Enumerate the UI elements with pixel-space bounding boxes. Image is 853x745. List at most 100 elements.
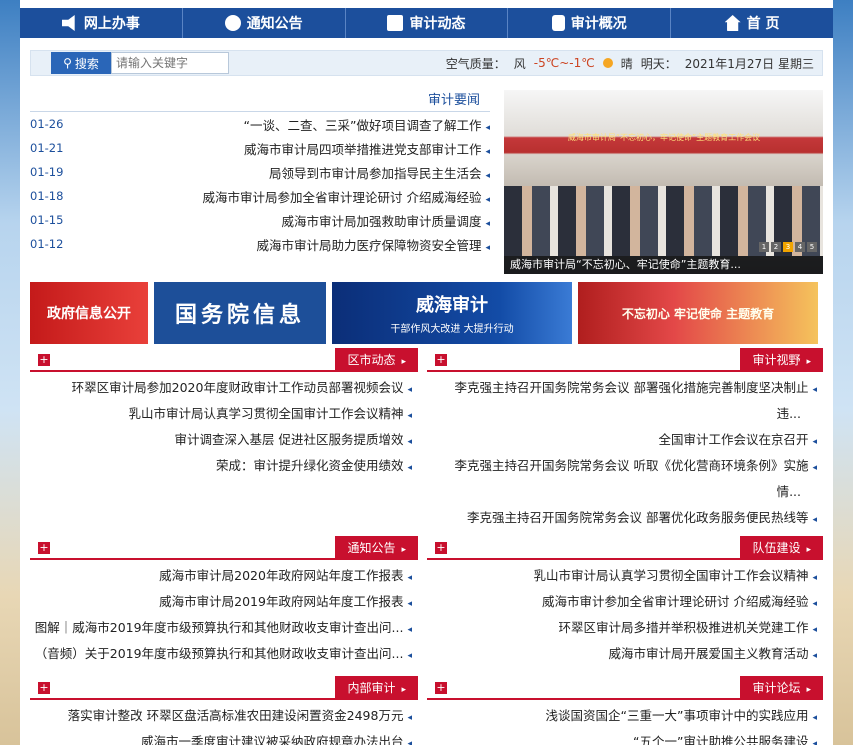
banner-text: 威海审计 [416,295,488,316]
nav-label: 首 页 [746,16,780,32]
section-team-building: + 队伍建设 乳山市审计局认真学习贯彻全国审计工作会议精神 威海市审计参加全省审计… [427,536,823,668]
photo-page[interactable]: 5 [807,242,817,252]
right-background [831,0,853,745]
news-text[interactable]: 局领导到市审计局参加指导民主生活会 [86,163,490,182]
news-date: 01-18 [30,189,64,203]
news-text[interactable]: “一谈、二查、三采”做好项目调查了解工作 [86,115,490,134]
news-section: 审计要闻 01-26 “一谈、二查、三采”做好项目调查了解工作 01-21 威海市审… [30,88,823,276]
list-item[interactable]: 环翠区审计局参加2020年度财政审计工作动员部署视频会议 [30,376,418,402]
news-text[interactable]: 威海市审计局参加全省审计理论研讨 介绍威海经验 [86,187,490,206]
news-text[interactable]: 威海市审计局加强救助审计质量调度 [86,211,490,230]
list-item[interactable]: 乳山市审计局认真学习贯彻全国审计工作会议精神 [30,402,418,428]
date-weather: 空气质量： 风 -5℃~-1℃ 晴 明天： 2021年1月27日 星期三 [446,55,814,72]
news-date: 01-12 [30,237,64,251]
news-text[interactable]: 威海市审计局四项举措推进党支部审计工作 [86,139,490,158]
section-audit-vision: + 审计视野 李克强主持召开国务院常务会议 部署强化措施完善制度坚决制止 违...… [427,348,823,532]
list-item[interactable]: 威海市审计局2020年政府网站年度工作报表 [30,564,418,590]
top-info-bar: ⚲搜索 空气质量： 风 -5℃~-1℃ 晴 明天： 2021年1月27日 星期三 [30,50,823,76]
list-item[interactable]: 图解｜威海市2019年度市级预算执行和其他财政收支审计查出问... [30,616,418,642]
banner-subtext: 干部作风大改进 大提升行动 [390,324,514,335]
photo-page[interactable]: 2 [771,242,781,252]
list-item[interactable]: 荣成：审计提升绿化资金使用绩效 [30,454,418,480]
news-date: 01-19 [30,165,64,179]
main-nav: 网上办事 通知公告 审计动态 审计概况 首 页 [20,8,833,38]
banner-gov-info[interactable]: 政府信息公开 [30,282,148,344]
weather-cond: 晴 [620,56,633,71]
photo-page[interactable]: 1 [759,242,769,252]
list-item[interactable]: （音频）关于2019年度市级预算执行和其他财政收支审计查出问... [30,642,418,668]
page-container: 网上办事 通知公告 审计动态 审计概况 首 页 ⚲搜索 空气质量： 风 -5℃~… [20,0,833,745]
photo-page[interactable]: 4 [795,242,805,252]
banner-theme-education[interactable]: 不忘初心 牢记使命 主题教育 [578,282,818,344]
more-icon[interactable]: + [435,542,447,554]
banner-text: 不忘初心 牢记使命 主题教育 [621,306,775,321]
section-label[interactable]: 通知公告 [335,536,418,560]
section-audit-forum: + 审计论坛 浅谈国资国企“三重一大”事项审计中的实践应用 “五个一”审计助推公共… [427,676,823,745]
list-item[interactable]: 威海市审计局2019年政府网站年度工作报表 [30,590,418,616]
nav-online-service[interactable]: 网上办事 [20,8,182,38]
banner-row: 政府信息公开 国务院信息 威海审计干部作风大改进 大提升行动 不忘初心 牢记使命… [30,282,823,344]
list-item[interactable]: 威海市一季度审计建议被采纳政府规章办法出台 [30,730,418,745]
list-item-continuation[interactable]: 违... [427,402,823,428]
search-input[interactable] [111,52,229,74]
banner-state-council[interactable]: 国务院信息 [154,282,326,344]
left-background [0,0,22,745]
news-photo[interactable]: 威海市审计局“不忘初心，牢记使命”主题教育工作会议 1 2 3 4 5 威海市审… [504,90,823,274]
list-item[interactable]: 李克强主持召开国务院常务会议 听取《优化营商环境条例》实施 [427,454,823,480]
list-item-continuation[interactable]: 情... [427,480,823,506]
nav-label: 审计概况 [570,16,627,32]
list-item[interactable]: 环翠区审计局多措并举积极推进机关党建工作 [427,616,823,642]
section-label[interactable]: 内部审计 [335,676,418,700]
search-icon: ⚲ [63,56,72,70]
section-label[interactable]: 队伍建设 [740,536,823,560]
nav-audit-overview[interactable]: 审计概况 [507,8,670,38]
list-item[interactable]: 威海市审计参加全省审计理论研讨 介绍威海经验 [427,590,823,616]
section-label[interactable]: 审计论坛 [740,676,823,700]
section-label[interactable]: 审计视野 [740,348,823,372]
home-icon [724,15,741,31]
section-notices: + 通知公告 威海市审计局2020年政府网站年度工作报表 威海市审计局2019年政… [30,536,418,668]
news-item[interactable]: 01-21 威海市审计局四项举措推进党支部审计工作 [30,136,490,160]
section-internal-audit: + 内部审计 落实审计整改 环翠区盘活高标准农田建设闲置资金2498万元 威海市一… [30,676,418,745]
list-item[interactable]: 乳山市审计局认真学习贯彻全国审计工作会议精神 [427,564,823,590]
weather-label: 明天： [640,56,677,71]
list-item[interactable]: 威海市审计局开展爱国主义教育活动 [427,642,823,668]
more-icon[interactable]: + [38,354,50,366]
photo-banner-text: 威海市审计局“不忘初心，牢记使命”主题教育工作会议 [567,133,761,142]
list-item[interactable]: 全国审计工作会议在京召开 [427,428,823,454]
news-text[interactable]: 威海市审计局助力医疗保障物资安全管理 [86,235,490,254]
document-icon [551,15,565,31]
list-item[interactable]: 落实审计整改 环翠区盘活高标准农田建设闲置资金2498万元 [30,704,418,730]
search-button-label: 搜索 [74,56,99,71]
list-item[interactable]: 浅谈国资国企“三重一大”事项审计中的实践应用 [427,704,823,730]
air-quality: 空气质量： [445,56,506,71]
sun-icon [602,58,613,68]
more-icon[interactable]: + [38,682,50,694]
section-district-news: + 区市动态 环翠区审计局参加2020年度财政审计工作动员部署视频会议 乳山市审计… [30,348,418,480]
list-item[interactable]: 李克强主持召开国务院常务会议 部署强化措施完善制度坚决制止 [427,376,823,402]
photo-page[interactable]: 3 [783,242,793,252]
photo-caption-text: 威海市审计局“不忘初心、牢记使命”主题教育... [510,258,741,271]
news-date: 01-21 [30,141,64,155]
more-icon[interactable]: + [435,354,447,366]
more-icon[interactable]: + [435,682,447,694]
news-item[interactable]: 01-26 “一谈、二查、三采”做好项目调查了解工作 [30,112,490,136]
news-item[interactable]: 01-19 局领导到市审计局参加指导民主生活会 [30,160,490,184]
section-label[interactable]: 区市动态 [335,348,418,372]
list-item[interactable]: 审计调查深入基层 促进社区服务提质增效 [30,428,418,454]
news-item[interactable]: 01-12 威海市审计局助力医疗保障物资安全管理 [30,232,490,256]
current-date: 2021年1月27日 星期三 [684,56,814,71]
nav-audit-news[interactable]: 审计动态 [344,8,508,38]
news-item[interactable]: 01-18 威海市审计局参加全省审计理论研讨 介绍威海经验 [30,184,490,208]
nav-home[interactable]: 首 页 [670,8,833,38]
list-item[interactable]: 李克强主持召开国务院常务会议 部署优化政务服务便民热线等 [427,506,823,532]
more-icon[interactable]: + [38,542,50,554]
banner-weihai-audit[interactable]: 威海审计干部作风大改进 大提升行动 [332,282,572,344]
news-item[interactable]: 01-15 威海市审计局加强救助审计质量调度 [30,208,490,232]
list-item[interactable]: “五个一”审计助推公共服务建设 [427,730,823,745]
nav-notices[interactable]: 通知公告 [181,8,345,38]
search-button[interactable]: ⚲ 搜索 [51,52,111,74]
nav-label: 审计动态 [409,16,466,32]
news-date: 01-15 [30,213,64,227]
photo-caption[interactable]: 威海市审计局“不忘初心、牢记使命”主题教育... [504,256,823,274]
